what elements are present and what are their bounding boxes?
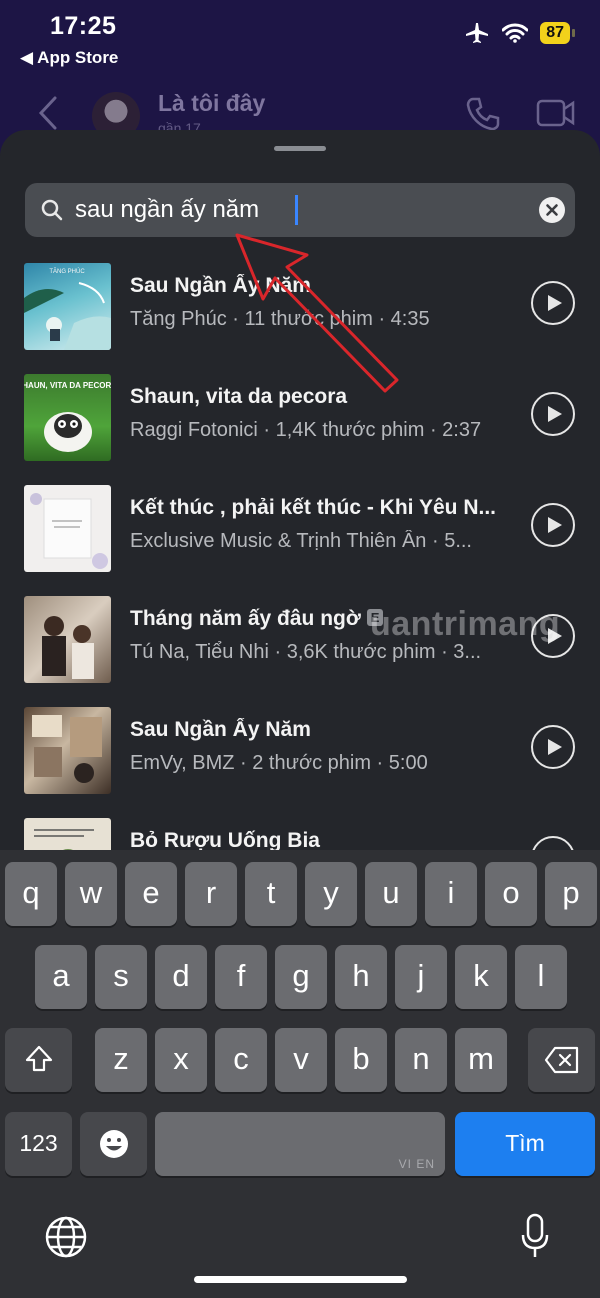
video-camera-icon[interactable]: [536, 98, 576, 128]
album-art: [32, 715, 102, 783]
key-e[interactable]: e: [125, 862, 177, 926]
text-caret: [295, 195, 298, 225]
home-indicator[interactable]: [194, 1276, 407, 1283]
song-title: Sau Ngần Ấy Năm: [130, 274, 311, 297]
key-u[interactable]: u: [365, 862, 417, 926]
space-key[interactable]: VI EN: [155, 1112, 445, 1176]
album-art: SHAUN, VITA DA PECORA: [24, 381, 111, 452]
list-item[interactable]: TĂNG PHÚC Sau Ngần Ấy Năm Tăng Phúc · 11…: [0, 255, 600, 365]
chevron-left-icon[interactable]: [38, 96, 58, 130]
play-preview-button[interactable]: [531, 725, 575, 769]
key-l[interactable]: l: [515, 945, 567, 1009]
status-bar: 17:25 ◀ App Store 87: [0, 0, 600, 80]
play-icon: [548, 739, 562, 755]
key-p[interactable]: p: [545, 862, 597, 926]
microphone-icon[interactable]: [520, 1213, 550, 1259]
back-to-app-store-link[interactable]: ◀ App Store: [20, 48, 118, 68]
shift-key[interactable]: [5, 1028, 72, 1092]
song-meta: Raggi Fotonici · 1,4K thước phim · 2:37: [130, 419, 482, 441]
emoji-icon: [99, 1130, 128, 1158]
cover-artist-text: TĂNG PHÚC: [49, 268, 85, 275]
shift-icon: [25, 1045, 52, 1072]
backspace-icon: [544, 1046, 578, 1074]
key-r[interactable]: r: [185, 862, 237, 926]
play-preview-button[interactable]: [531, 281, 575, 325]
play-icon: [548, 406, 562, 422]
song-title: Shaun, vita da pecora: [130, 385, 348, 408]
key-w[interactable]: w: [65, 862, 117, 926]
key-y[interactable]: y: [305, 862, 357, 926]
album-cover: [24, 485, 111, 572]
song-title: Sau Ngần Ấy Năm: [130, 718, 311, 741]
key-b[interactable]: b: [335, 1028, 387, 1092]
song-title: Kết thúc , phải kết thúc - Khi Yêu N...: [130, 496, 496, 519]
search-icon: [41, 199, 63, 221]
song-meta: Tăng Phúc · 11 thước phim · 4:35: [130, 308, 430, 330]
key-g[interactable]: g: [275, 945, 327, 1009]
song-meta: Tú Na, Tiểu Nhi · 3,6K thước phim · 3...: [130, 641, 482, 663]
clear-search-button[interactable]: [539, 197, 565, 223]
key-d[interactable]: d: [155, 945, 207, 1009]
cover-title-text: SHAUN, VITA DA PECORA: [24, 381, 111, 390]
song-title-text: Tháng năm ấy đâu ngờ: [130, 607, 361, 630]
status-time: 17:25: [50, 12, 117, 40]
battery-indicator: 87: [540, 22, 575, 44]
play-preview-button[interactable]: [531, 392, 575, 436]
key-v[interactable]: v: [275, 1028, 327, 1092]
search-bar[interactable]: [25, 183, 575, 237]
key-x[interactable]: x: [155, 1028, 207, 1092]
key-c[interactable]: c: [215, 1028, 267, 1092]
key-f[interactable]: f: [215, 945, 267, 1009]
song-meta: Exclusive Music & Trịnh Thiên Ân · 5...: [130, 530, 472, 552]
backspace-key[interactable]: [528, 1028, 595, 1092]
close-icon: [546, 204, 558, 216]
album-cover: [24, 707, 111, 794]
key-k[interactable]: k: [455, 945, 507, 1009]
phone-icon[interactable]: [465, 96, 501, 132]
key-h[interactable]: h: [335, 945, 387, 1009]
emoji-key[interactable]: [80, 1112, 147, 1176]
list-item[interactable]: SHAUN, VITA DA PECORA Shaun, vita da pec…: [0, 366, 600, 476]
key-m[interactable]: m: [455, 1028, 507, 1092]
album-cover: TĂNG PHÚC: [24, 263, 111, 350]
album-art: TĂNG PHÚC: [24, 268, 111, 350]
album-cover: SHAUN, VITA DA PECORA: [24, 374, 111, 461]
search-submit-key[interactable]: Tìm: [455, 1112, 595, 1176]
album-art: [42, 616, 94, 679]
numbers-key[interactable]: 123: [5, 1112, 72, 1176]
wifi-icon: [502, 23, 529, 43]
play-icon: [548, 295, 562, 311]
key-o[interactable]: o: [485, 862, 537, 926]
globe-icon[interactable]: [44, 1215, 88, 1259]
status-icons: 87: [464, 22, 575, 44]
airplane-icon: [466, 23, 489, 43]
chat-contact-name: Là tôi đây: [158, 90, 266, 116]
key-s[interactable]: s: [95, 945, 147, 1009]
key-j[interactable]: j: [395, 945, 447, 1009]
play-icon: [548, 517, 562, 533]
space-language-hint: VI EN: [398, 1157, 435, 1171]
key-a[interactable]: a: [35, 945, 87, 1009]
watermark-text: uantrimang: [370, 605, 561, 643]
key-q[interactable]: q: [5, 862, 57, 926]
key-z[interactable]: z: [95, 1028, 147, 1092]
list-item[interactable]: Kết thúc , phải kết thúc - Khi Yêu N... …: [0, 477, 600, 587]
sheet-grabber[interactable]: [274, 146, 326, 151]
song-meta: EmVy, BMZ · 2 thước phim · 5:00: [130, 752, 428, 774]
album-cover: [24, 596, 111, 683]
key-i[interactable]: i: [425, 862, 477, 926]
key-n[interactable]: n: [395, 1028, 447, 1092]
key-t[interactable]: t: [245, 862, 297, 926]
list-item[interactable]: Sau Ngần Ấy Năm EmVy, BMZ · 2 thước phim…: [0, 699, 600, 809]
album-art: [30, 493, 108, 569]
play-preview-button[interactable]: [531, 503, 575, 547]
